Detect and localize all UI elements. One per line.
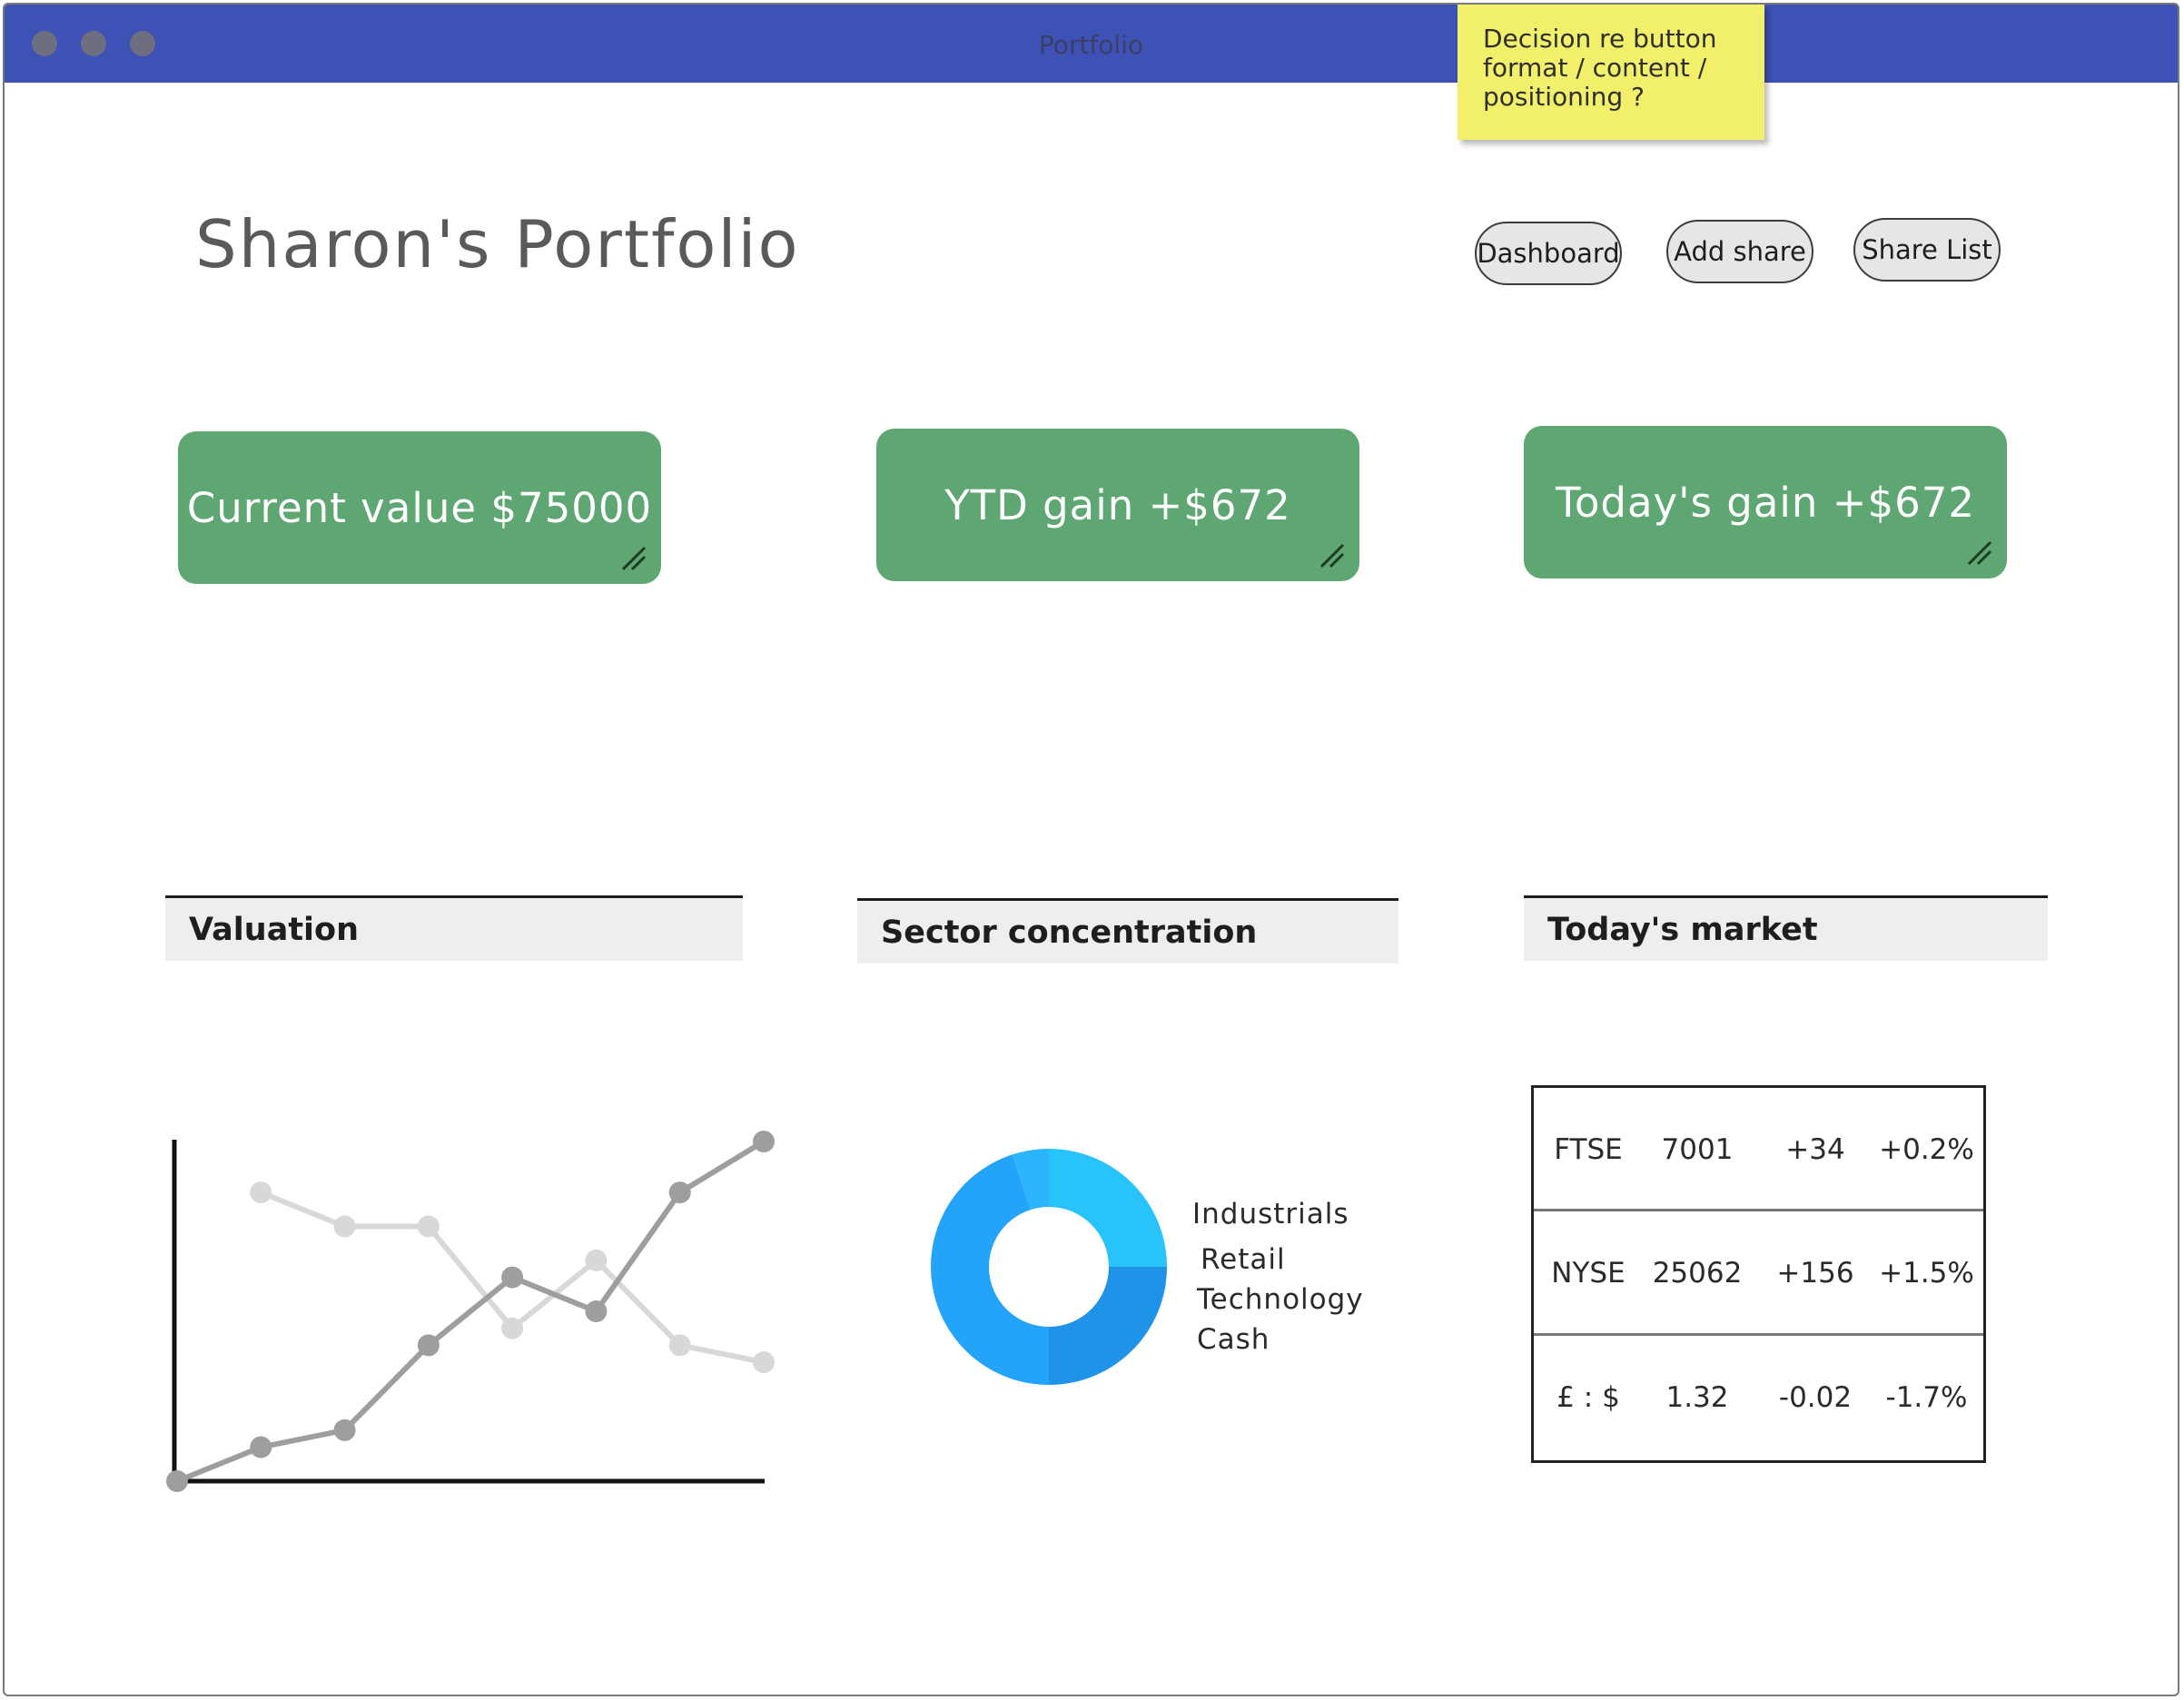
data-point [668,1181,691,1204]
donut-slice-retail [1049,1267,1167,1385]
resize-grip-icon[interactable] [619,544,647,571]
market-table: FTSE 7001 +34 +0.2% NYSE 25062 +156 +1.5… [1531,1085,1986,1463]
market-name: £ : $ [1556,1380,1620,1414]
data-point [333,1418,356,1441]
legend-technology: Technology [1197,1283,1364,1316]
valuation-header: Valuation [165,895,743,961]
current-value-label: Current value $75000 [186,483,653,532]
data-point [585,1300,608,1322]
table-row: £ : $ 1.32 -0.02 -1.7% [1534,1336,1983,1458]
valuation-chart [150,1112,795,1512]
ytd-gain-card[interactable]: YTD gain +$672 [876,429,1359,581]
data-point [417,1215,440,1238]
market-name: FTSE [1554,1132,1623,1166]
window-title: Portfolio [1038,30,1144,60]
market-value: 1.32 [1665,1380,1729,1414]
market-change: -0.02 [1778,1380,1853,1414]
market-pct: +1.5% [1879,1256,1974,1290]
legend-cash: Cash [1197,1323,1270,1356]
legend-industrials: Industrials [1192,1198,1349,1231]
sector-concentration-header: Sector concentration [857,898,1398,964]
data-point [333,1215,356,1238]
todays-gain-label: Today's gain +$672 [1556,478,1975,527]
data-point [585,1249,608,1271]
sector-donut-chart [922,1140,1176,1394]
title-bar: Portfolio [5,5,2178,83]
share-list-button[interactable]: Share List [1853,218,2001,282]
todays-market-header: Today's market [1524,895,2048,961]
page-title: Sharon's Portfolio [195,206,800,282]
data-point [753,1131,775,1152]
current-value-card[interactable]: Current value $75000 [178,431,661,584]
donut-slice-industrials [1049,1149,1167,1267]
market-value: 25062 [1652,1256,1743,1290]
legend-retail: Retail [1201,1243,1286,1276]
market-value: 7001 [1661,1132,1734,1166]
table-row: FTSE 7001 +34 +0.2% [1534,1088,1983,1211]
market-change: +34 [1785,1132,1845,1166]
market-pct: -1.7% [1885,1380,1968,1414]
data-point [250,1181,272,1204]
sector-donut [931,1149,1167,1385]
resize-grip-icon[interactable] [1965,539,1992,566]
add-share-button[interactable]: Add share [1666,220,1813,283]
sticky-note: Decision re button format / content / po… [1458,5,1764,140]
data-point [753,1351,775,1374]
app-window: Portfolio Decision re button format / co… [3,3,2179,1696]
data-point [501,1317,524,1339]
table-row: NYSE 25062 +156 +1.5% [1534,1211,1983,1334]
data-point [166,1470,188,1492]
ytd-gain-label: YTD gain +$672 [944,480,1291,529]
data-point [250,1436,272,1458]
data-point [417,1334,440,1357]
market-name: NYSE [1551,1256,1626,1290]
market-pct: +0.2% [1879,1132,1974,1166]
dashboard-button[interactable]: Dashboard [1475,222,1622,285]
data-point [668,1334,691,1357]
valuation-line-chart [166,1131,775,1492]
data-point [501,1266,524,1289]
resize-grip-icon[interactable] [1318,541,1345,568]
todays-gain-card[interactable]: Today's gain +$672 [1524,426,2007,578]
market-change: +156 [1776,1256,1854,1290]
